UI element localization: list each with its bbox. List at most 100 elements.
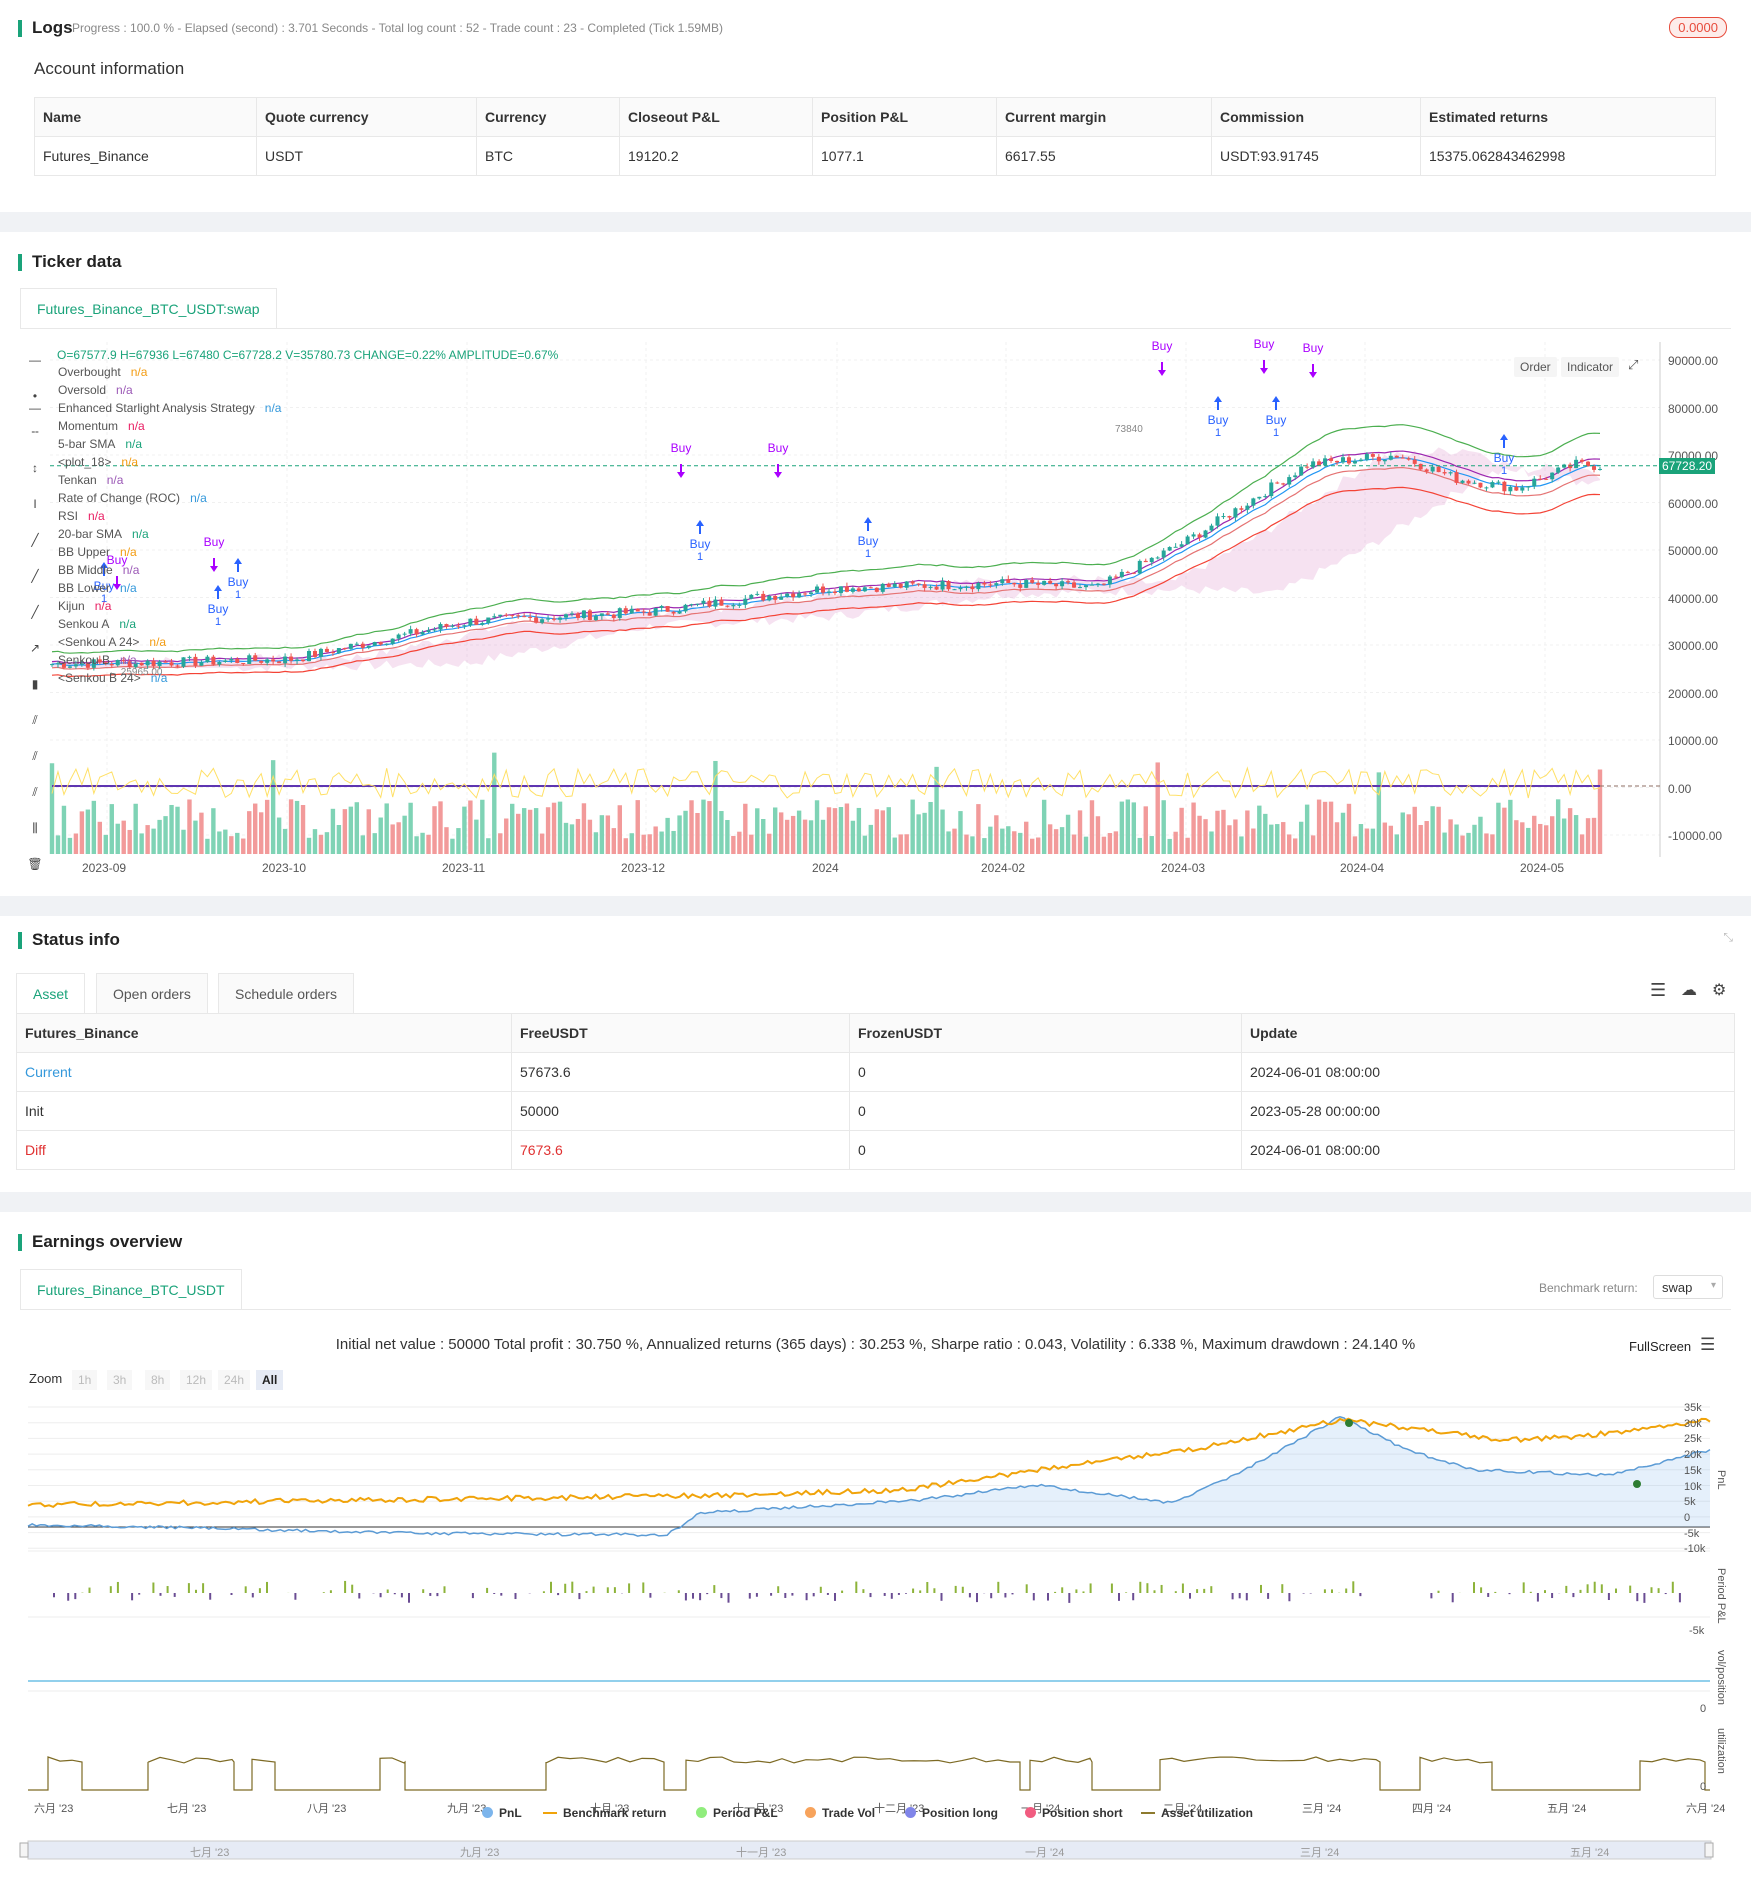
horizontal-line-icon[interactable]: — <box>27 354 43 366</box>
legend-trade-vol[interactable]: Trade Vol <box>805 1806 875 1820</box>
side-axis-label: Period P&L <box>1715 1568 1727 1624</box>
candle-body <box>486 617 491 624</box>
legend-item-name: BB Lower <box>58 581 111 595</box>
volume-bar <box>778 812 784 854</box>
candle-body <box>1502 481 1507 492</box>
indicator-button[interactable]: Indicator <box>1561 357 1620 377</box>
candle-body <box>462 625 467 627</box>
volume-bar <box>1239 836 1244 854</box>
volume-bar <box>653 826 658 854</box>
candle-body <box>330 651 335 654</box>
tab-asset[interactable]: Asset <box>16 973 86 1013</box>
candle-body <box>199 662 204 666</box>
volume-bar <box>1131 802 1137 854</box>
bar-icon[interactable]: ▮ <box>27 678 43 690</box>
volume-bar <box>1227 825 1232 854</box>
vertical-line-icon[interactable]: ↕ <box>27 462 43 474</box>
legend-position-short[interactable]: Position short <box>1025 1806 1123 1820</box>
candle-body <box>151 660 156 666</box>
period-pnl-bar <box>1025 1584 1028 1593</box>
volume-bar <box>1352 836 1358 854</box>
volume-bar <box>695 813 700 854</box>
volume-bar <box>444 827 449 854</box>
volume-bar <box>330 808 336 854</box>
candle-body <box>1042 580 1047 585</box>
separator <box>0 896 1751 916</box>
candle-body <box>318 648 323 657</box>
volume-bar <box>1454 824 1459 854</box>
legend-benchmark-return[interactable]: Benchmark return <box>543 1806 666 1820</box>
legend-item-value: n/a <box>88 509 105 523</box>
zoom-option-1h[interactable]: 1h <box>72 1370 98 1390</box>
period-pnl-bar <box>294 1593 297 1600</box>
gear-icon[interactable]: ⚙ <box>1712 980 1726 1000</box>
period-pnl-bar <box>379 1593 382 1598</box>
horizontal-ray-icon[interactable]: •— <box>27 390 43 414</box>
tab-schedule-orders[interactable]: Schedule orders <box>218 973 354 1013</box>
zoom-option-All[interactable]: All <box>256 1370 284 1390</box>
extended-line-icon[interactable]: ╱ <box>27 606 43 618</box>
volume-bar <box>1083 836 1089 854</box>
dashed-line-icon[interactable]: ╌ <box>27 426 43 438</box>
candlestick-chart[interactable]: Buy1Buy1BuyBuy Buy1Buy BuyBuy1Buy1Buy1Buy1… <box>0 232 1751 896</box>
period-pnl-bar <box>1331 1589 1333 1593</box>
legend-period-p-l[interactable]: Period P&L <box>696 1806 778 1820</box>
separator <box>0 1192 1751 1212</box>
candle-body <box>844 586 849 592</box>
volume-bar <box>940 809 945 854</box>
ray-icon[interactable]: ╱ <box>27 570 43 582</box>
ruler-icon[interactable]: ⫼ <box>27 822 43 834</box>
legend-item-name: Rate of Change (ROC) <box>58 491 181 505</box>
volume-bar <box>1113 831 1119 854</box>
candle-body <box>1394 455 1399 458</box>
account-title: Account information <box>34 59 185 78</box>
buy-signal-qty: 1 <box>1215 427 1221 439</box>
candle-body <box>348 643 353 649</box>
benchmark-select[interactable]: swap ▾ <box>1653 1275 1723 1299</box>
volume-bar <box>635 800 640 854</box>
volume-bar <box>868 824 874 854</box>
volume-bar <box>390 824 395 854</box>
zoom-option-12h[interactable]: 12h <box>180 1370 213 1390</box>
candle-body <box>187 656 192 658</box>
candle-body <box>205 656 210 663</box>
expand-icon[interactable]: ⤢ <box>1628 357 1638 373</box>
tab-open-orders[interactable]: Open orders <box>96 973 208 1013</box>
pnl-tick: -5k <box>1684 1527 1700 1540</box>
parallel-channel-icon[interactable]: ⫽ <box>27 714 43 726</box>
trend-line-icon[interactable]: ╱ <box>27 534 43 546</box>
volume-bar <box>187 799 192 854</box>
zoom-option-3h[interactable]: 3h <box>107 1370 133 1390</box>
cloud-download-icon[interactable]: ☁ <box>1681 980 1697 1000</box>
legend-position-long[interactable]: Position long <box>905 1806 998 1820</box>
pitchfork-icon[interactable]: ⫽ <box>27 750 43 762</box>
earnings-time-tick: 七月 '23 <box>167 1803 207 1815</box>
fib-icon[interactable]: ⫽ <box>27 786 43 798</box>
candle-body <box>659 606 664 608</box>
candle-body <box>647 612 652 616</box>
menu-icon[interactable]: ☰ <box>1700 1335 1715 1355</box>
candle-body <box>599 613 604 617</box>
zoom-option-24h[interactable]: 24h <box>218 1370 251 1390</box>
period-pnl-bar <box>1579 1589 1582 1593</box>
volume-bar <box>838 807 844 854</box>
volume-bar <box>1035 837 1041 854</box>
asset-cell: 0 <box>849 1130 1242 1170</box>
fullscreen-button[interactable]: FullScreen <box>1629 1339 1691 1354</box>
volume-bar <box>1095 816 1101 854</box>
legend-pnl[interactable]: PnL <box>482 1806 522 1820</box>
period-pnl-bar <box>933 1588 936 1593</box>
collapse-icon[interactable]: ⤡ <box>1723 930 1733 945</box>
account-header-cell: Estimated returns <box>1420 97 1716 137</box>
legend-asset-utilization[interactable]: Asset utilization <box>1141 1806 1253 1820</box>
trash-icon[interactable]: 🗑 <box>27 858 43 870</box>
volume-bar <box>1316 799 1322 854</box>
period-pnl-bar <box>1302 1593 1305 1594</box>
arrow-icon[interactable]: ↗ <box>27 642 43 654</box>
zoom-option-8h[interactable]: 8h <box>145 1370 171 1390</box>
tab-earnings-symbol[interactable]: Futures_Binance_BTC_USDT <box>20 1269 242 1309</box>
candle-body <box>145 660 150 666</box>
list-icon[interactable]: ☰ <box>1650 980 1666 1001</box>
order-button[interactable]: Order <box>1514 357 1557 377</box>
cursor-icon[interactable]: I <box>27 498 43 510</box>
